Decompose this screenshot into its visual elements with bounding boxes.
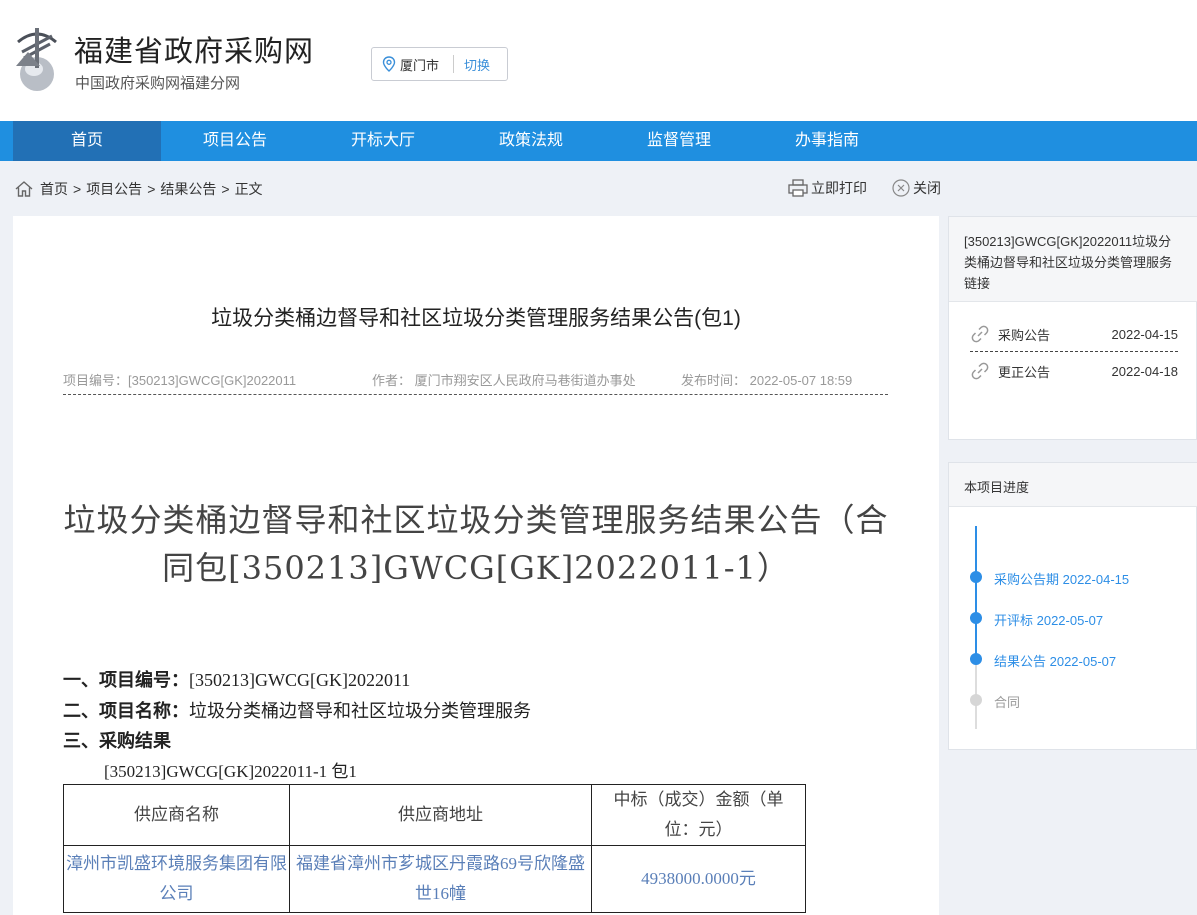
result-table: 供应商名称 供应商地址 中标（成交）金额（单位：元） 漳州市凯盛环境服务集团有限… — [63, 784, 806, 913]
table-cell-amount: 4938000.0000元 — [591, 845, 806, 913]
city-divider — [453, 55, 455, 73]
package-label: [350213]GWCG[GK]2022011-1 包1 — [104, 762, 357, 781]
related-link-label: 采购公告 — [998, 327, 1051, 343]
section-project-no-value: [350213]GWCG[GK]2022011 — [189, 670, 411, 690]
nav-item-policies[interactable]: 政策法规 — [457, 121, 605, 161]
article-panel: 垃圾分类桶边督导和社区垃圾分类管理服务结果公告(包1) 项目编号：[350213… — [13, 216, 939, 915]
breadcrumb: 首页 > 项目公告 > 结果公告 > 正文 — [14, 179, 263, 199]
breadcrumb-home[interactable]: 首页 — [40, 179, 68, 199]
city-selector[interactable]: 厦门市 切换 — [371, 47, 508, 81]
article-meta: 项目编号：[350213]GWCG[GK]2022011 作者： 厦门市翔安区人… — [63, 368, 888, 395]
meta-project-no: 项目编号：[350213]GWCG[GK]2022011 — [63, 373, 297, 388]
related-link-date: 2022-04-18 — [1111, 363, 1179, 379]
printer-icon — [788, 179, 808, 197]
main-nav: 首页 项目公告 开标大厅 政策法规 监督管理 办事指南 — [0, 121, 1197, 161]
timeline-step-bid-opening[interactable]: 开评标 2022-05-07 — [994, 610, 1103, 629]
breadcrumb-separator: > — [147, 181, 156, 197]
meta-author: 作者： 厦门市翔安区人民政府马巷街道办事处 — [372, 373, 636, 388]
nav-item-supervision[interactable]: 监督管理 — [605, 121, 753, 161]
site-logo[interactable] — [14, 22, 60, 94]
breadcrumb-current: 正文 — [234, 181, 263, 197]
related-link-date: 2022-04-15 — [1111, 326, 1179, 342]
timeline-line-done — [975, 526, 977, 659]
link-icon — [971, 362, 989, 380]
related-links-panel: [350213]GWCG[GK]2022011垃圾分类桶边督导和社区垃圾分类管理… — [948, 216, 1197, 440]
site-subtitle: 中国政府采购网福建分网 — [75, 75, 241, 92]
table-header-cell: 供应商名称 — [63, 784, 290, 846]
nav-item-bid-hall[interactable]: 开标大厅 — [309, 121, 457, 161]
close-icon — [892, 179, 910, 197]
breadcrumb-announcements[interactable]: 项目公告 — [86, 179, 142, 199]
breadcrumb-results[interactable]: 结果公告 — [160, 179, 216, 199]
timeline-dot-done — [970, 653, 982, 665]
section-project-name: 二、项目名称：垃圾分类桶边督导和社区垃圾分类管理服务 — [63, 697, 531, 723]
city-switch-link[interactable]: 切换 — [464, 55, 490, 74]
section-project-name-label: 二、项目名称： — [63, 701, 189, 721]
site-header: 福建省政府采购网 中国政府采购网福建分网 厦门市 切换 — [0, 0, 1197, 121]
article-title: 垃圾分类桶边督导和社区垃圾分类管理服务结果公告(包1) — [211, 307, 741, 330]
section-result-label: 三、采购结果 — [63, 731, 171, 751]
timeline-step-procurement[interactable]: 采购公告期 2022-04-15 — [994, 569, 1129, 588]
nav-item-announcements[interactable]: 项目公告 — [161, 121, 309, 161]
timeline-step-contract: 合同 — [994, 695, 1021, 710]
link-icon — [971, 325, 989, 343]
print-button[interactable]: 立即打印 — [787, 178, 867, 198]
section-project-no: 一、项目编号：[350213]GWCG[GK]2022011 — [63, 666, 410, 692]
meta-publish-time: 发布时间： 2022-05-07 18:59 — [681, 373, 853, 388]
table-row: 漳州市凯盛环境服务集团有限公司 福建省漳州市芗城区丹霞路69号欣隆盛世16幢 4… — [63, 845, 806, 913]
table-header-row: 供应商名称 供应商地址 中标（成交）金额（单位：元） — [63, 784, 806, 846]
city-name: 厦门市 — [400, 57, 440, 73]
related-link-procurement[interactable]: 采购公告 2022-04-15 — [970, 319, 1178, 349]
page-tools: 立即打印 关闭 — [787, 178, 941, 198]
close-button[interactable]: 关闭 — [891, 178, 941, 198]
home-icon — [15, 181, 33, 197]
document-title: 垃圾分类桶边督导和社区垃圾分类管理服务结果公告（合同包[350213]GWCG[… — [63, 501, 889, 587]
timeline-step-result[interactable]: 结果公告 2022-05-07 — [994, 651, 1116, 670]
timeline-dot-done — [970, 612, 982, 624]
location-pin-icon — [382, 56, 396, 72]
related-links-title: [350213]GWCG[GK]2022011垃圾分类桶边督导和社区垃圾分类管理… — [949, 217, 1197, 302]
nav-item-home[interactable]: 首页 — [13, 121, 161, 161]
related-link-correction[interactable]: 更正公告 2022-04-18 — [970, 356, 1178, 386]
progress-panel: 本项目进度 采购公告期 2022-04-15 开评标 2022-05-07 结果… — [948, 462, 1197, 750]
table-header-cell: 中标（成交）金额（单位：元） — [591, 784, 806, 846]
section-project-no-label: 一、项目编号： — [63, 670, 189, 690]
table-header-cell: 供应商地址 — [289, 784, 592, 846]
breadcrumb-separator: > — [73, 181, 82, 197]
table-cell-supplier: 漳州市凯盛环境服务集团有限公司 — [63, 845, 290, 913]
table-cell-address: 福建省漳州市芗城区丹霞路69号欣隆盛世16幢 — [289, 845, 592, 913]
timeline-dot-done — [970, 571, 982, 583]
print-label: 立即打印 — [811, 180, 867, 196]
progress-title: 本项目进度 — [949, 463, 1197, 507]
section-result: 三、采购结果 — [63, 727, 171, 753]
breadcrumb-separator: > — [221, 181, 230, 197]
related-link-label: 更正公告 — [998, 364, 1051, 380]
divider — [970, 351, 1178, 352]
timeline-dot-pending — [970, 694, 982, 706]
nav-item-guide[interactable]: 办事指南 — [753, 121, 901, 161]
site-title: 福建省政府采购网 — [74, 36, 315, 68]
close-label: 关闭 — [913, 180, 941, 196]
section-project-name-value: 垃圾分类桶边督导和社区垃圾分类管理服务 — [189, 701, 531, 721]
